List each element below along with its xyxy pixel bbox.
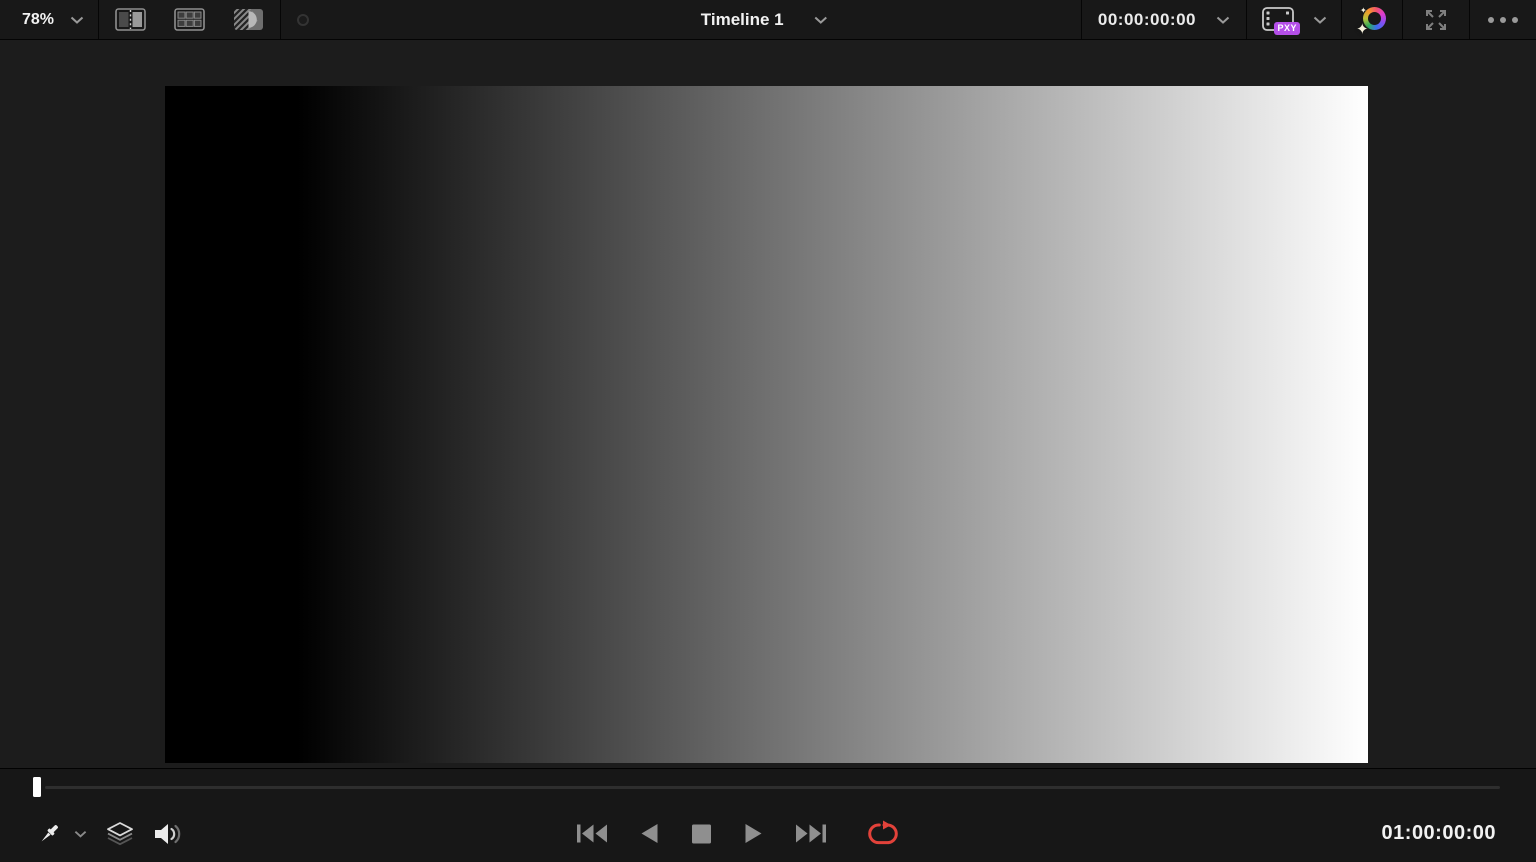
viewer-area xyxy=(0,40,1536,768)
proxy-media-dropdown[interactable]: PXY xyxy=(1246,0,1341,39)
multi-view-grid-icon[interactable] xyxy=(174,8,205,31)
play-icon xyxy=(745,824,762,843)
options-menu-button[interactable] xyxy=(1469,0,1536,39)
volume-icon xyxy=(155,823,181,844)
eyedropper-icon[interactable] xyxy=(36,821,62,847)
zoom-level-dropdown[interactable]: 78% xyxy=(0,0,98,39)
color-picker-dropdown[interactable] xyxy=(36,821,87,847)
timecode-display-dropdown[interactable]: 00:00:00:00 xyxy=(1080,0,1246,39)
proxy-badge: PXY xyxy=(1274,21,1300,35)
play-reverse-icon xyxy=(641,824,658,843)
color-boost-button[interactable]: ✦ ✦ xyxy=(1341,0,1402,39)
expand-viewer-button[interactable] xyxy=(1402,0,1469,39)
timeline-selector[interactable]: Timeline 1 xyxy=(701,0,828,40)
transport-panel: 01:00:00:00 xyxy=(0,768,1536,861)
sparkle-icon: ✦ xyxy=(1356,20,1369,38)
skip-to-end-button[interactable] xyxy=(796,823,827,844)
chevron-down-icon[interactable] xyxy=(74,830,87,838)
viewer-mode-buttons xyxy=(99,0,280,39)
playhead-handle[interactable] xyxy=(33,777,41,797)
chevron-down-icon[interactable] xyxy=(1313,16,1327,24)
viewer-panel: 78% Timeline 1 00:00:00:00 PXY ✦ ✦ 01:00… xyxy=(0,0,1536,862)
playhead-timecode: 01:00:00:00 xyxy=(1381,822,1496,844)
proxy-media-icon: PXY xyxy=(1261,6,1300,35)
wipe-compare-icon[interactable] xyxy=(233,8,264,31)
chevron-down-icon[interactable] xyxy=(814,16,828,24)
stop-button[interactable] xyxy=(692,824,712,844)
layers-icon xyxy=(107,821,133,845)
status-indicator-section xyxy=(281,0,325,39)
viewer-top-bar: 78% Timeline 1 00:00:00:00 PXY ✦ ✦ xyxy=(0,0,1536,40)
layers-button[interactable] xyxy=(105,821,135,847)
stop-icon xyxy=(692,824,711,843)
skip-to-end-icon xyxy=(796,824,826,843)
scrubber-track[interactable] xyxy=(45,786,1500,789)
loop-button[interactable] xyxy=(867,820,900,847)
ellipsis-icon xyxy=(1488,16,1518,23)
play-reverse-button[interactable] xyxy=(641,824,658,843)
color-boost-icon: ✦ ✦ xyxy=(1356,5,1386,38)
chevron-down-icon[interactable] xyxy=(1216,16,1230,24)
play-button[interactable] xyxy=(745,824,762,843)
sparkle-icon: ✦ xyxy=(1360,5,1367,15)
loop-icon xyxy=(868,820,898,845)
expand-icon xyxy=(1426,9,1446,30)
transport-controls: 01:00:00:00 xyxy=(0,805,1536,862)
zoom-level-value: 78% xyxy=(22,10,55,28)
skip-to-start-button[interactable] xyxy=(577,823,608,844)
scrubber xyxy=(0,769,1536,805)
status-dot xyxy=(297,13,310,26)
split-screen-icon[interactable] xyxy=(115,8,146,31)
mute-button[interactable] xyxy=(153,822,183,846)
timeline-name: Timeline 1 xyxy=(700,10,784,29)
timecode-value: 00:00:00:00 xyxy=(1097,9,1196,29)
chevron-down-icon[interactable] xyxy=(70,16,84,24)
skip-to-start-icon xyxy=(577,824,607,843)
video-canvas[interactable] xyxy=(165,86,1368,763)
